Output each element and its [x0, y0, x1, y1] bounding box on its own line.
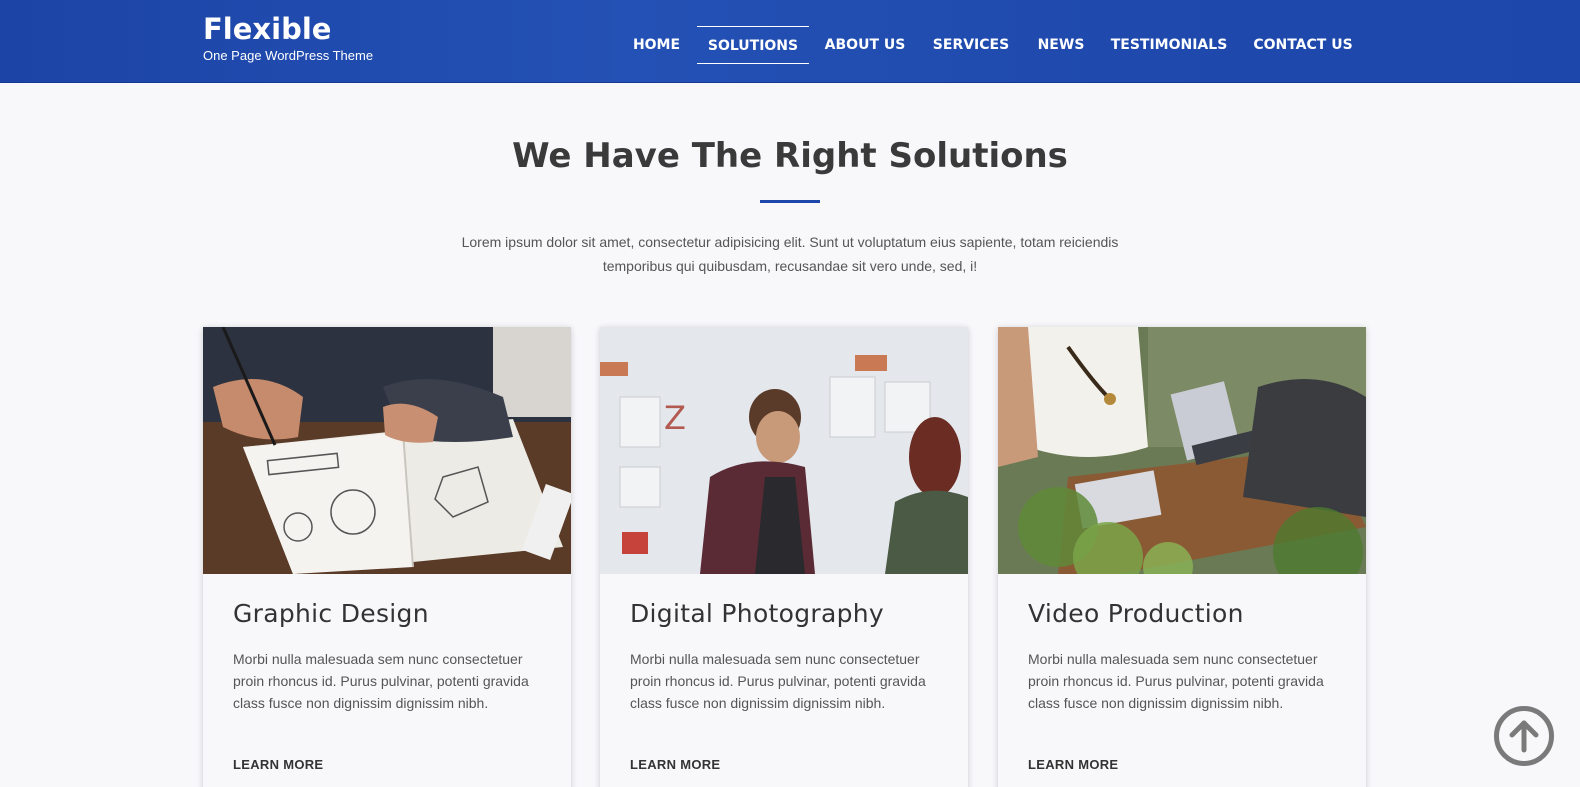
section-title: We Have The Right Solutions	[512, 136, 1068, 176]
card-image	[203, 327, 571, 574]
nav-testimonials[interactable]: TESTIMONIALS	[1104, 26, 1234, 64]
main-nav: HOME SOLUTIONS ABOUT US SERVICES NEWS TE…	[0, 26, 1580, 64]
card-title: Video Production	[1028, 599, 1244, 628]
card-text: Morbi nulla malesuada sem nunc consectet…	[233, 651, 529, 711]
card-text: Morbi nulla malesuada sem nunc consectet…	[1028, 651, 1324, 711]
nav-contact-us[interactable]: CONTACT US	[1244, 26, 1362, 64]
solution-card-digital-photography: Z Digital Photography Morbi nulla malesu…	[600, 327, 968, 787]
card-title: Digital Photography	[630, 599, 885, 628]
learn-more-link[interactable]: LEARN MORE	[233, 757, 323, 772]
card-image: Z	[600, 327, 968, 574]
card-text: Morbi nulla malesuada sem nunc consectet…	[630, 651, 926, 711]
svg-text:Z: Z	[664, 399, 686, 437]
card-title: Graphic Design	[233, 599, 429, 628]
solution-card-video-production: Video Production Morbi nulla malesuada s…	[998, 327, 1366, 787]
arrow-up-circle-icon	[1509, 720, 1539, 753]
nav-about-us[interactable]: ABOUT US	[817, 26, 913, 64]
back-to-top-button[interactable]	[1494, 706, 1554, 766]
learn-more-link[interactable]: LEARN MORE	[1028, 757, 1118, 772]
nav-services[interactable]: SERVICES	[924, 26, 1018, 64]
solution-card-graphic-design: Graphic Design Morbi nulla malesuada sem…	[203, 327, 571, 787]
section-description: Lorem ipsum dolor sit amet, consectetur …	[461, 234, 1119, 274]
title-underline	[760, 200, 820, 203]
site-header: Flexible One Page WordPress Theme HOME S…	[0, 0, 1580, 83]
learn-more-link[interactable]: LEARN MORE	[630, 757, 720, 772]
nav-solutions[interactable]: SOLUTIONS	[697, 26, 809, 64]
card-image	[998, 327, 1366, 574]
nav-home[interactable]: HOME	[624, 26, 689, 64]
nav-news[interactable]: NEWS	[1028, 26, 1094, 64]
